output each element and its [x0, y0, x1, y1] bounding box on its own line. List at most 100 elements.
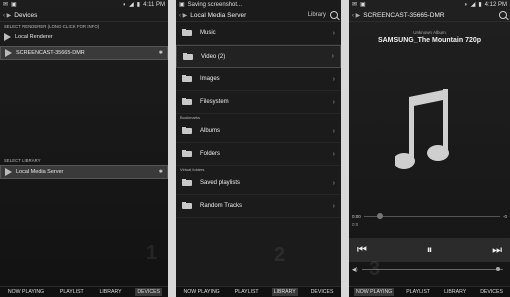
tab-library[interactable]: LIBRARY: [271, 288, 298, 296]
back-icon[interactable]: ‹ ▶: [352, 12, 360, 19]
chevron-right-icon: ›: [332, 127, 335, 135]
library-label: Local Media Server: [16, 169, 64, 175]
list-item-video[interactable]: Video (2) ›: [176, 45, 341, 68]
remaining-time: -0: [502, 213, 507, 219]
list-item-saved-playlists[interactable]: Saved playlists ›: [176, 172, 341, 195]
wifi-icon: ◗: [122, 1, 127, 8]
folder-icon: [182, 202, 192, 209]
tab-now-playing[interactable]: NOW PLAYING: [6, 288, 46, 296]
tab-playlist[interactable]: PLAYLIST: [58, 288, 86, 296]
list-item-label: Folders: [200, 151, 221, 157]
elapsed-time: 0:00: [352, 213, 361, 219]
library-label: Library: [307, 12, 326, 18]
tab-now-playing[interactable]: NOW PLAYING: [182, 288, 222, 296]
folder-icon: [182, 75, 192, 82]
search-icon[interactable]: [330, 11, 338, 19]
list-item-label: Video (2): [201, 53, 226, 60]
folder-icon: [182, 150, 192, 157]
search-icon[interactable]: [499, 11, 507, 19]
tab-playlist[interactable]: PLAYLIST: [404, 288, 432, 296]
library-section-label: SELECT LIBRARY: [4, 158, 41, 163]
volume-knob[interactable]: [495, 267, 500, 271]
chevron-right-icon: ›: [331, 53, 334, 60]
page-title: SCREENCAST-35665-DMR: [363, 11, 445, 19]
next-icon[interactable]: ⏭: [492, 244, 502, 257]
pause-icon[interactable]: ⏸: [427, 244, 433, 257]
action-bar: ‹ ▶ Local Media Server Library: [176, 9, 341, 22]
list-item-label: Filesystem: [200, 99, 229, 105]
renderer-label: SCREENCAST-35665-DMR: [16, 50, 85, 56]
tab-playlist[interactable]: PLAYLIST: [233, 288, 261, 296]
volume-icon: ◀): [352, 266, 358, 273]
status-bar: ✉ ▣ ◗ ◢ ▮ 4:12 PM: [349, 0, 510, 9]
action-bar: ‹ ▶ Devices: [0, 9, 168, 22]
list-item-filesystem[interactable]: Filesystem ›: [176, 91, 341, 114]
step-marker: 3: [369, 258, 381, 280]
renderer-item-local[interactable]: Local Renderer: [0, 31, 168, 43]
track-title: SAMSUNG_The Mountain 720p: [377, 37, 482, 44]
library-screen: ▣ Saving screenshot... ‹ ▶ Local Media S…: [176, 0, 341, 297]
back-icon[interactable]: ‹ ▶: [3, 12, 11, 19]
tab-devices[interactable]: DEVICES: [309, 288, 336, 296]
list-item-random-tracks[interactable]: Random Tracks ›: [176, 195, 341, 218]
back-icon[interactable]: ‹ ▶: [179, 12, 187, 19]
list-item-label: Random Tracks: [200, 203, 243, 209]
signal-icon: ◢: [470, 1, 476, 8]
play-icon: [5, 168, 12, 176]
renderer-section-label: SELECT RENDERER (LONG-CLICK FOR INFO): [4, 24, 100, 29]
list-item-images[interactable]: Images ›: [176, 68, 341, 91]
chevron-right-icon: ›: [332, 75, 335, 83]
elapsed-sub: 0:0: [352, 222, 359, 227]
wifi-icon: ◗: [464, 1, 468, 8]
now-playing-screen: ✉ ▣ ◗ ◢ ▮ 4:12 PM ‹ ▶ SCREENCAST-35665-D…: [349, 0, 510, 297]
tab-devices[interactable]: DEVICES: [135, 288, 163, 296]
status-bar: ▣ Saving screenshot...: [176, 0, 341, 9]
screenshot-icon: ▣: [179, 1, 185, 8]
list-item-label: Images: [200, 76, 220, 82]
bottom-tab-bar: NOW PLAYING PLAYLIST LIBRARY DEVICES: [0, 286, 168, 297]
list-item-albums[interactable]: Albums ›: [176, 120, 341, 143]
status-time: 4:12 PM: [484, 1, 507, 8]
seek-knob[interactable]: [377, 212, 384, 219]
list-item-label: Saved playlists: [200, 180, 241, 186]
folder-icon: [182, 179, 192, 186]
step-marker: 1: [146, 242, 158, 264]
tab-devices[interactable]: DEVICES: [478, 288, 505, 296]
battery-icon: ▮: [478, 1, 482, 8]
album-label: Unknown Album: [413, 30, 446, 35]
previous-icon[interactable]: ⏮: [357, 244, 367, 257]
folder-icon: [182, 127, 192, 134]
list-item-label: Albums: [200, 128, 221, 134]
seek-bar[interactable]: [363, 212, 500, 219]
seek-row: 0:00 -0: [349, 212, 510, 220]
music-note-icon: [394, 89, 449, 169]
signal-icon: ◢: [129, 1, 134, 8]
info-icon[interactable]: ✱: [159, 50, 163, 56]
chevron-right-icon: ›: [332, 150, 335, 158]
info-icon[interactable]: ✱: [159, 169, 163, 175]
tab-library[interactable]: LIBRARY: [97, 288, 123, 296]
renderer-item-screencast[interactable]: SCREENCAST-35665-DMR ✱: [0, 46, 168, 60]
chevron-right-icon: ›: [332, 179, 335, 187]
bottom-tab-bar: NOW PLAYING PLAYLIST LIBRARY DEVICES: [349, 286, 510, 297]
image-icon: ▣: [360, 1, 366, 8]
page-title: Devices: [14, 11, 38, 19]
battery-icon: ▮: [136, 1, 141, 8]
play-icon: [4, 33, 11, 41]
tab-now-playing[interactable]: NOW PLAYING: [354, 288, 395, 296]
renderer-label: Local Renderer: [15, 34, 53, 40]
volume-slider[interactable]: [361, 267, 503, 271]
library-item-local-media-server[interactable]: Local Media Server ✱: [0, 165, 168, 179]
album-art: [349, 70, 510, 200]
play-icon: [5, 49, 12, 57]
list-item-music[interactable]: Music ›: [176, 22, 341, 45]
list-item-folders[interactable]: Folders ›: [176, 143, 341, 166]
tab-library[interactable]: LIBRARY: [442, 288, 468, 296]
message-icon: ✉: [3, 1, 9, 8]
devices-screen: ✉ ▣ ◗ ◢ ▮ 4:11 PM ‹ ▶ Devices SELECT REN…: [0, 0, 168, 297]
status-notice: Saving screenshot...: [187, 1, 243, 8]
message-icon: ✉: [352, 1, 358, 8]
bottom-tab-bar: NOW PLAYING PLAYLIST LIBRARY DEVICES: [176, 286, 341, 297]
step-marker: 2: [274, 244, 286, 266]
chevron-right-icon: ›: [332, 98, 335, 106]
